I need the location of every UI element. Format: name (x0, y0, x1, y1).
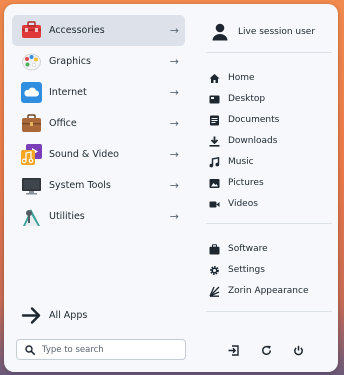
user-button[interactable]: Live session user (212, 22, 315, 42)
arrow-right-icon: → (169, 55, 179, 68)
place-label: Home (228, 73, 255, 83)
category-graphics[interactable]: Graphics → (12, 46, 185, 77)
monitor-icon (22, 178, 41, 195)
logout-icon (228, 344, 239, 356)
appearance-icon (209, 286, 220, 297)
system-zorin-appearance[interactable]: Zorin Appearance (209, 283, 308, 299)
category-label: Utilities (49, 211, 85, 222)
system-label: Settings (228, 265, 265, 275)
arrow-right-icon: → (169, 24, 179, 37)
briefcase-icon (22, 114, 41, 132)
category-system-tools[interactable]: System Tools → (12, 170, 185, 201)
arrow-right-icon: → (169, 210, 179, 223)
download-icon (209, 136, 220, 147)
power-icon (293, 345, 303, 355)
logout-button[interactable] (225, 342, 241, 358)
all-apps-label: All Apps (49, 310, 88, 321)
search-icon (25, 345, 35, 355)
place-home[interactable]: Home (209, 70, 255, 86)
power-button[interactable] (290, 342, 306, 358)
place-videos[interactable]: Videos (209, 196, 258, 212)
search-input[interactable] (42, 343, 180, 357)
place-music[interactable]: Music (209, 154, 254, 170)
category-internet[interactable]: Internet → (12, 77, 185, 108)
place-label: Videos (228, 199, 258, 209)
place-downloads[interactable]: Downloads (209, 133, 277, 149)
picture-icon (209, 178, 220, 188)
restart-button[interactable] (258, 342, 274, 358)
divider (206, 223, 332, 224)
place-documents[interactable]: Documents (209, 112, 279, 128)
app-menu-panel: Accessories → Graphics → Internet → Offi… (4, 4, 338, 372)
arrow-right-icon (21, 307, 41, 324)
category-label: Internet (49, 87, 87, 98)
category-label: System Tools (49, 180, 111, 191)
user-icon (212, 23, 228, 41)
place-label: Pictures (228, 178, 264, 188)
divider (206, 311, 332, 312)
category-label: Office (49, 118, 77, 129)
utilities-icon (23, 209, 40, 226)
arrow-right-icon: → (169, 86, 179, 99)
palette-icon (22, 53, 41, 71)
search-field[interactable] (16, 339, 186, 360)
place-pictures[interactable]: Pictures (209, 175, 264, 191)
cloud-icon (21, 82, 42, 103)
place-desktop[interactable]: Desktop (209, 91, 265, 107)
place-label: Desktop (228, 94, 266, 104)
arrow-right-icon: → (169, 179, 179, 192)
place-label: Downloads (228, 136, 278, 146)
system-software[interactable]: Software (209, 241, 268, 257)
category-label: Graphics (49, 56, 91, 67)
home-icon (209, 73, 220, 83)
system-label: Software (228, 244, 268, 254)
category-accessories[interactable]: Accessories → (12, 15, 185, 46)
place-label: Music (228, 157, 254, 167)
place-label: Documents (228, 115, 280, 125)
restart-icon (261, 345, 271, 355)
user-name: Live session user (238, 27, 316, 37)
document-icon (210, 115, 219, 125)
category-sound-video[interactable]: Sound & Video → (12, 139, 185, 170)
system-label: Zorin Appearance (228, 286, 309, 296)
gear-icon (210, 265, 219, 275)
arrow-right-icon: → (169, 117, 179, 130)
category-label: Sound & Video (49, 149, 119, 160)
system-settings[interactable]: Settings (209, 262, 265, 278)
all-apps-button[interactable]: All Apps (12, 300, 185, 331)
category-label: Accessories (49, 25, 105, 36)
software-icon (209, 243, 220, 254)
toolbox-icon (22, 21, 41, 38)
desktop-icon (209, 95, 220, 103)
category-utilities[interactable]: Utilities → (12, 201, 185, 232)
video-icon (209, 201, 220, 207)
arrow-right-icon: → (169, 148, 179, 161)
category-office[interactable]: Office → (12, 108, 185, 139)
music-icon (209, 156, 220, 167)
divider (206, 52, 332, 53)
music-video-icon (21, 144, 42, 165)
